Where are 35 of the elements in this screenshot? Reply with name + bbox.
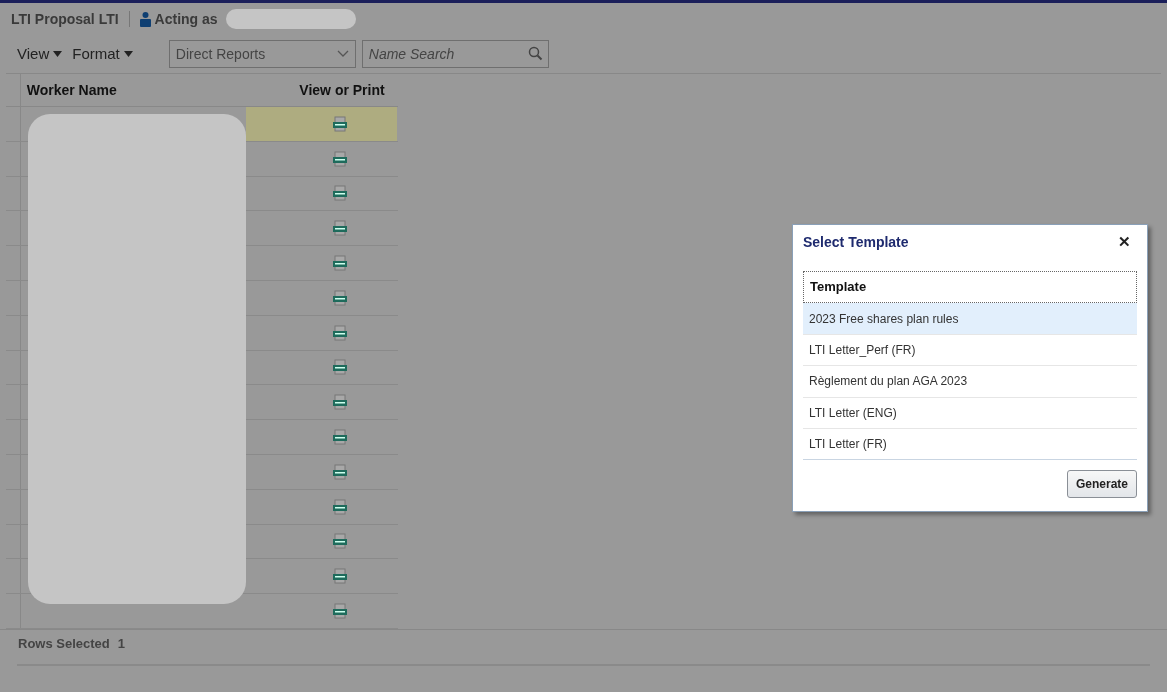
pdf-icon[interactable] [332,150,348,167]
person-icon [139,11,151,27]
pdf-icon[interactable] [332,429,348,446]
table-cell[interactable] [246,107,397,141]
pdf-icon[interactable] [332,463,348,480]
pdf-icon[interactable] [332,220,348,237]
rows-selected-count: 1 [117,635,125,654]
chevron-icon [336,50,349,58]
acting-as-label: Acting as [154,9,218,29]
close-button[interactable]: ✕ [1118,230,1137,254]
pdf-icon[interactable] [332,324,348,341]
pdf-icon[interactable] [332,603,348,620]
template-row[interactable]: 2023 Free shares plan rules [803,303,1137,335]
pdf-icon[interactable] [332,394,348,411]
menu-button[interactable]: Format [72,42,133,66]
generate-button[interactable]: Generate [1066,469,1137,498]
pdf-icon[interactable] [332,533,348,550]
column-header[interactable]: View or Print [286,79,398,101]
page-title: LTI Proposal LTI [11,9,119,29]
rows-selected-label: Rows Selected [18,635,110,654]
pdf-icon[interactable] [332,498,348,515]
pdf-icon[interactable] [332,289,348,306]
pdf-icon[interactable] [332,115,348,132]
search-field[interactable]: Name Search [361,40,549,68]
dialog-title: Select Template [803,232,909,252]
caret-icon [123,51,133,57]
pdf-icon[interactable] [332,185,348,202]
pdf-icon[interactable] [332,568,348,585]
caret-icon [53,51,63,57]
column-header[interactable]: Template [810,277,867,297]
menu-button[interactable]: View [17,42,63,66]
search-icon[interactable] [527,46,543,61]
pdf-icon[interactable] [332,255,348,272]
pdf-icon[interactable] [332,359,348,376]
column-header[interactable]: Worker Name [20,79,287,101]
